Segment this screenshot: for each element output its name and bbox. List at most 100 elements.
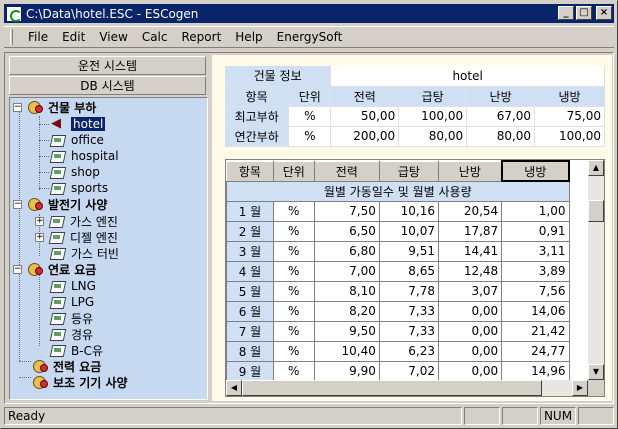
collapse-icon[interactable]: − xyxy=(13,102,22,112)
tree-item-sports[interactable]: sports xyxy=(49,180,108,196)
grid-cell[interactable]: 10,16 xyxy=(378,200,439,222)
title-bar[interactable]: C:\Data\hotel.ESC - ESCogen _ □ × xyxy=(4,4,614,23)
collapse-icon[interactable]: − xyxy=(13,264,22,274)
grid-cell[interactable]: 9,90 xyxy=(313,360,380,382)
info-cell[interactable]: 80,00 xyxy=(398,126,468,147)
grid-cell[interactable]: 0,00 xyxy=(437,300,503,322)
grid-cell[interactable]: 10,07 xyxy=(378,220,439,242)
menu-calc[interactable]: Calc xyxy=(135,28,175,46)
info-cell[interactable]: 80,00 xyxy=(466,126,536,147)
grid-cell[interactable]: 6,80 xyxy=(313,240,380,262)
scroll-down-icon[interactable]: ▼ xyxy=(588,364,604,380)
grid-cell[interactable]: 8,65 xyxy=(378,260,439,282)
grid-cell[interactable]: 6,23 xyxy=(378,340,439,362)
grid-cell[interactable]: 3,89 xyxy=(501,260,570,282)
monthly-grid[interactable]: 항목 단위 전력 급탕 난방 냉방 월별 가동일수 및 월별 사용량 1 월% 7… xyxy=(225,159,605,397)
tree-item-gas-turbine[interactable]: 가스 터빈 xyxy=(49,245,119,261)
grid-cell[interactable]: 10,40 xyxy=(313,340,380,362)
grid-cell[interactable]: 21,42 xyxy=(501,320,570,342)
grid-cell[interactable]: 17,87 xyxy=(437,220,503,242)
expand-icon[interactable]: + xyxy=(35,216,44,226)
grid-cell[interactable]: 7,33 xyxy=(378,320,439,342)
vertical-scroll-thumb[interactable] xyxy=(588,200,604,222)
grid-header[interactable]: 단위 xyxy=(272,160,315,182)
grid-cell[interactable]: 9,50 xyxy=(313,320,380,342)
building-info-value[interactable]: hotel xyxy=(330,66,605,87)
category-icon xyxy=(31,375,49,389)
tree-item-lpg[interactable]: LPG xyxy=(49,294,94,310)
tree-item-office[interactable]: office xyxy=(49,132,104,148)
menu-help[interactable]: Help xyxy=(228,28,269,46)
tree-item-hotel[interactable]: hotel xyxy=(49,116,106,132)
db-tree[interactable]: − 건물 부하 hotel office hospital xyxy=(9,97,208,400)
tree-item-gas-engine[interactable]: + 가스 엔진 xyxy=(35,213,118,229)
grid-header[interactable]: 전력 xyxy=(313,160,380,182)
horizontal-scrollbar[interactable]: ◀ ▶ xyxy=(226,380,588,396)
grid-cell[interactable]: 6,50 xyxy=(313,220,380,242)
info-cell[interactable]: 50,00 xyxy=(330,106,400,127)
grid-header[interactable]: 난방 xyxy=(437,160,503,182)
operation-system-button[interactable]: 운전 시스템 xyxy=(9,56,206,75)
grid-cell[interactable]: 24,77 xyxy=(501,340,570,362)
grid-row: 9 월% 9,90 7,02 0,00 14,96 xyxy=(226,360,570,382)
info-cell[interactable]: 100,00 xyxy=(398,106,468,127)
grid-cell[interactable]: 14,41 xyxy=(437,240,503,262)
info-cell[interactable]: 200,00 xyxy=(330,126,400,147)
grid-cell[interactable]: 8,10 xyxy=(313,280,380,302)
grid-cell[interactable]: 20,54 xyxy=(437,200,503,222)
grid-cell[interactable]: 12,48 xyxy=(437,260,503,282)
grid-cell[interactable]: 0,00 xyxy=(437,340,503,362)
grid-cell[interactable]: 8,20 xyxy=(313,300,380,322)
info-cell[interactable]: 100,00 xyxy=(534,126,605,147)
tree-item-diesel-engine[interactable]: + 디젤 엔진 xyxy=(35,229,118,245)
menu-edit[interactable]: Edit xyxy=(55,28,92,46)
grid-cell[interactable]: 14,06 xyxy=(501,300,570,322)
tree-item-lng[interactable]: LNG xyxy=(49,278,96,294)
tree-node-building-load[interactable]: − 건물 부하 xyxy=(13,99,96,115)
close-button[interactable]: × xyxy=(596,6,612,20)
grid-cell[interactable]: 9,51 xyxy=(378,240,439,262)
maximize-button[interactable]: □ xyxy=(576,6,592,20)
vertical-scrollbar[interactable]: ▲ ▼ xyxy=(588,160,604,380)
tree-node-generator-spec[interactable]: − 발전기 사양 xyxy=(13,196,107,212)
grid-cell[interactable]: 1,00 xyxy=(501,200,570,222)
tree-item-diesel[interactable]: 경유 xyxy=(49,326,93,342)
tree-node-fuel-rate[interactable]: − 연료 요금 xyxy=(13,261,96,277)
menu-view[interactable]: View xyxy=(92,28,134,46)
info-cell[interactable]: 67,00 xyxy=(466,106,536,127)
horizontal-scroll-thumb[interactable] xyxy=(242,380,542,396)
grid-cell[interactable]: 0,91 xyxy=(501,220,570,242)
grid-cell[interactable]: 0,00 xyxy=(437,360,503,382)
grid-cell[interactable]: 7,78 xyxy=(378,280,439,302)
menu-report[interactable]: Report xyxy=(175,28,229,46)
collapse-icon[interactable]: − xyxy=(13,199,22,209)
tree-item-hospital[interactable]: hospital xyxy=(49,148,119,164)
minimize-button[interactable]: _ xyxy=(558,6,574,20)
grid-cell[interactable]: 3,07 xyxy=(437,280,503,302)
tree-item-bc-oil[interactable]: B-C유 xyxy=(49,342,103,358)
tree-item-kerosene[interactable]: 등유 xyxy=(49,310,93,326)
grid-header[interactable]: 항목 xyxy=(226,160,274,182)
grid-cell[interactable]: 7,56 xyxy=(501,280,570,302)
grid-cell[interactable]: 7,00 xyxy=(313,260,380,282)
menu-energysoft[interactable]: EnergySoft xyxy=(270,28,350,46)
scroll-up-icon[interactable]: ▲ xyxy=(588,160,604,176)
expand-icon[interactable]: + xyxy=(35,232,44,242)
grid-cell[interactable]: 14,96 xyxy=(501,360,570,382)
grid-header-active[interactable]: 냉방 xyxy=(500,160,571,182)
grid-cell[interactable]: 0,00 xyxy=(437,320,503,342)
tree-node-power-rate[interactable]: 전력 요금 xyxy=(31,358,101,374)
app-icon[interactable] xyxy=(6,5,22,22)
info-cell[interactable]: 75,00 xyxy=(534,106,605,127)
scroll-left-icon[interactable]: ◀ xyxy=(226,380,242,396)
tree-item-shop[interactable]: shop xyxy=(49,164,100,180)
grid-cell[interactable]: 7,02 xyxy=(378,360,439,382)
grid-cell[interactable]: 7,33 xyxy=(378,300,439,322)
menu-file[interactable]: File xyxy=(21,28,55,46)
grid-cell[interactable]: 3,11 xyxy=(501,240,570,262)
db-system-button[interactable]: DB 시스템 xyxy=(9,76,206,95)
grid-header[interactable]: 급탕 xyxy=(378,160,439,182)
grid-cell[interactable]: 7,50 xyxy=(313,200,380,222)
tree-node-aux-equipment[interactable]: 보조 기기 사양 xyxy=(31,374,128,390)
scroll-right-icon[interactable]: ▶ xyxy=(572,380,588,396)
